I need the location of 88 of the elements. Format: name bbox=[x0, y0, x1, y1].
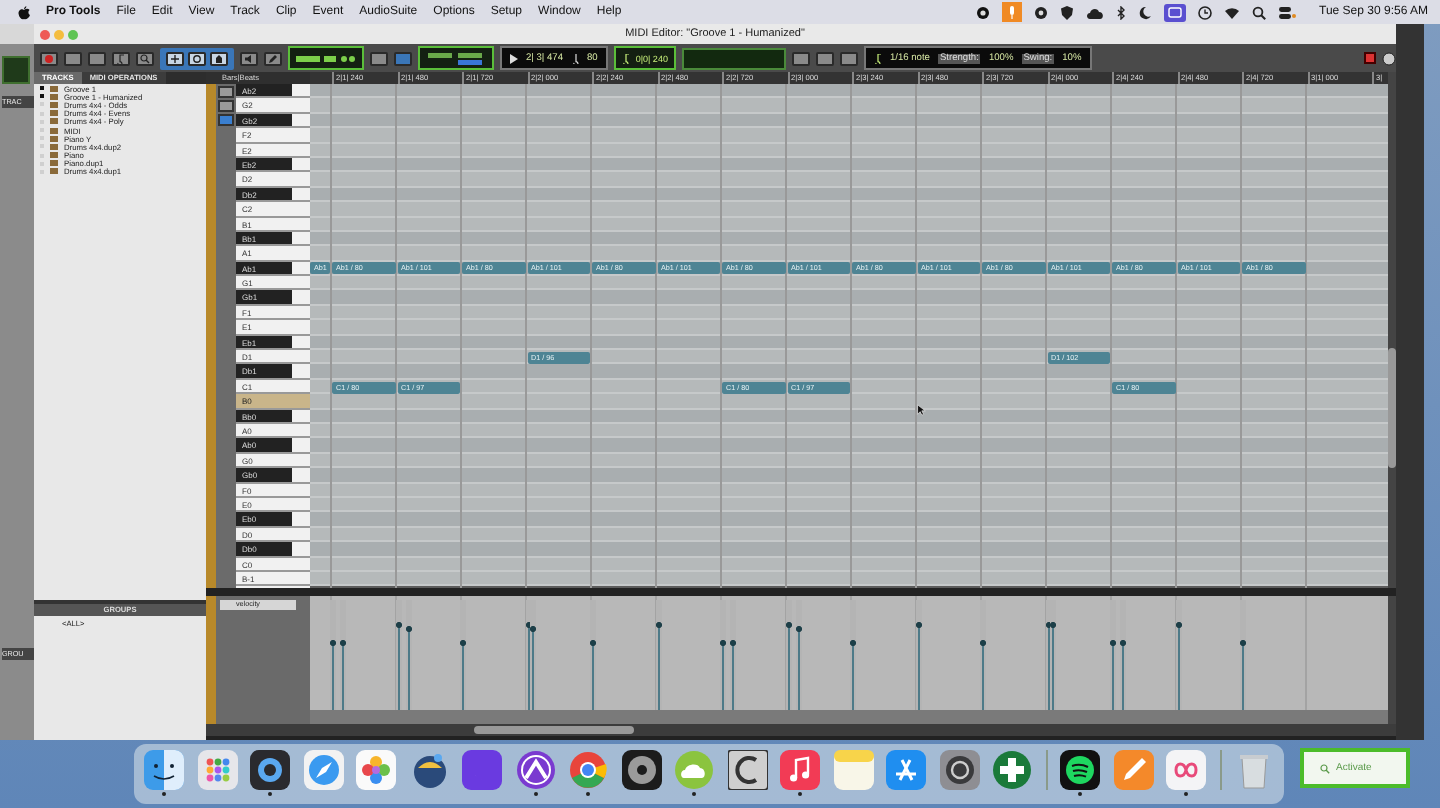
crossed-lines-icon[interactable] bbox=[886, 750, 926, 790]
velocity-stem[interactable] bbox=[795, 626, 801, 710]
infinity-icon[interactable] bbox=[1166, 750, 1206, 790]
speaker-button[interactable] bbox=[240, 51, 258, 65]
screen-mirroring-icon[interactable] bbox=[1163, 3, 1186, 21]
velocity-stem[interactable] bbox=[1240, 640, 1246, 710]
cloud-icon[interactable] bbox=[1085, 5, 1104, 19]
flower-icon[interactable] bbox=[356, 750, 396, 790]
gear-icon[interactable] bbox=[1033, 5, 1048, 19]
grabber-tool-button[interactable] bbox=[210, 51, 228, 65]
velocity-stem[interactable] bbox=[980, 640, 986, 710]
note-icon bbox=[116, 53, 126, 63]
note-icon bbox=[873, 53, 882, 63]
cursor-button[interactable] bbox=[394, 51, 412, 65]
shield-icon[interactable] bbox=[1059, 5, 1074, 19]
bluetooth-icon[interactable] bbox=[1115, 5, 1126, 19]
scrollbar-thumb[interactable] bbox=[474, 726, 634, 734]
mute-button[interactable] bbox=[88, 51, 106, 65]
music-note-icon[interactable] bbox=[780, 750, 820, 790]
wifi-icon[interactable] bbox=[1223, 5, 1240, 19]
search-icon[interactable] bbox=[1251, 5, 1266, 19]
velocity-stem[interactable] bbox=[405, 626, 411, 710]
cog-icon[interactable] bbox=[992, 750, 1032, 790]
trim-tool-button[interactable] bbox=[166, 51, 184, 65]
moon-icon[interactable] bbox=[1137, 5, 1152, 19]
sound-waves-icon[interactable] bbox=[1060, 750, 1100, 790]
link-button[interactable] bbox=[370, 51, 388, 65]
apple-logo-icon[interactable] bbox=[18, 5, 30, 19]
zero-button[interactable] bbox=[791, 51, 810, 65]
play-icon bbox=[510, 53, 518, 63]
note-icon bbox=[571, 53, 579, 63]
control-center-icon[interactable] bbox=[1277, 5, 1296, 19]
velocity-stem[interactable] bbox=[460, 640, 466, 710]
velocity-stem[interactable] bbox=[850, 640, 856, 710]
grabber-tool-icon bbox=[214, 53, 224, 63]
disc-icon[interactable] bbox=[621, 750, 661, 790]
velocity-stem[interactable] bbox=[395, 622, 401, 710]
zoom-tool-icon bbox=[140, 53, 150, 63]
pencil-tool-button[interactable] bbox=[264, 51, 282, 65]
globe-icon[interactable] bbox=[409, 750, 449, 790]
stop-button[interactable] bbox=[1364, 52, 1376, 64]
velocity-stem[interactable] bbox=[590, 640, 596, 710]
menu-circle-icon[interactable] bbox=[1382, 51, 1396, 65]
level-meter bbox=[681, 47, 786, 69]
wait-button[interactable] bbox=[839, 51, 858, 65]
arc-icon[interactable] bbox=[727, 750, 767, 790]
velocity-stem[interactable] bbox=[330, 640, 336, 710]
pencil-tool-icon bbox=[268, 53, 278, 63]
record-icon bbox=[44, 53, 54, 63]
dot-grid-icon[interactable] bbox=[197, 750, 237, 790]
window-titlebar bbox=[0, 24, 34, 44]
velocity-stem[interactable] bbox=[340, 640, 346, 710]
record-icon[interactable] bbox=[975, 5, 990, 19]
speaker-icon bbox=[244, 53, 254, 63]
velocity-stem[interactable] bbox=[785, 622, 791, 710]
gear-icon[interactable] bbox=[939, 750, 979, 790]
ring-icon[interactable] bbox=[250, 750, 290, 790]
minus-button[interactable] bbox=[815, 51, 834, 65]
compass-icon[interactable] bbox=[303, 750, 343, 790]
velocity-stem[interactable] bbox=[730, 640, 736, 710]
status-display bbox=[2, 56, 30, 84]
velocity-stem[interactable] bbox=[1120, 640, 1126, 710]
mode-indicator-icon bbox=[426, 51, 486, 65]
microphone-icon bbox=[1007, 5, 1016, 19]
record-button[interactable] bbox=[40, 51, 58, 65]
velocity-stem[interactable] bbox=[655, 622, 661, 710]
note-icon bbox=[621, 53, 630, 63]
circle-icon[interactable] bbox=[568, 750, 608, 790]
scrollbar-thumb[interactable] bbox=[1388, 348, 1396, 468]
mouse-cursor-icon bbox=[916, 404, 926, 416]
velocity-stem[interactable] bbox=[1050, 622, 1056, 710]
trim-tool-icon bbox=[170, 53, 180, 63]
chevron-icon[interactable] bbox=[515, 750, 555, 790]
note-button[interactable] bbox=[112, 51, 130, 65]
clock-icon[interactable] bbox=[1197, 5, 1212, 19]
velocity-stem[interactable] bbox=[720, 640, 726, 710]
mode-indicator-icon bbox=[296, 53, 356, 63]
velocity-stem[interactable] bbox=[530, 626, 536, 710]
face-icon[interactable] bbox=[144, 750, 184, 790]
selector-tool-button[interactable] bbox=[188, 51, 206, 65]
velocity-stem[interactable] bbox=[1110, 640, 1116, 710]
selector-tool-icon bbox=[192, 53, 202, 63]
velocity-stem[interactable] bbox=[915, 622, 921, 710]
zoom-tool-button[interactable] bbox=[136, 51, 154, 65]
solo-button[interactable] bbox=[64, 51, 82, 65]
close-button[interactable] bbox=[40, 29, 50, 39]
velocity-stem[interactable] bbox=[1175, 622, 1181, 710]
search-icon bbox=[1320, 763, 1330, 773]
